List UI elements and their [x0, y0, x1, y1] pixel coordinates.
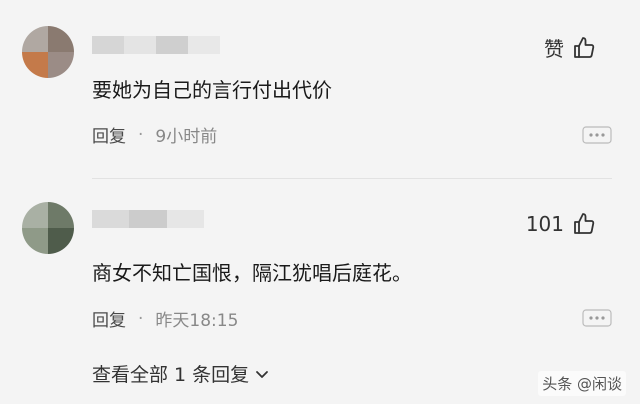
- more-horizontal-icon[interactable]: [582, 126, 612, 148]
- like-label: 赞: [544, 37, 564, 61]
- view-all-replies-button[interactable]: 查看全部 1 条回复: [92, 360, 269, 387]
- username-redacted[interactable]: [92, 210, 204, 228]
- like-count: 101: [525, 212, 564, 236]
- separator-dot: ·: [138, 124, 144, 145]
- view-replies-label: 查看全部 1 条回复: [92, 364, 250, 386]
- avatar[interactable]: [22, 202, 74, 254]
- comment-meta: 回复 · 9小时前: [92, 122, 218, 148]
- chevron-down-icon: [255, 363, 269, 385]
- more-horizontal-icon[interactable]: [582, 309, 612, 331]
- comment-meta: 回复 · 昨天18:15: [92, 306, 239, 332]
- avatar[interactable]: [22, 26, 74, 78]
- watermark-text: 头条 @闲谈: [542, 375, 622, 393]
- timestamp: 昨天18:15: [155, 311, 239, 331]
- separator-dot: ·: [138, 308, 144, 329]
- thumbs-up-icon: [572, 212, 596, 236]
- timestamp: 9小时前: [155, 127, 218, 147]
- reply-button[interactable]: 回复: [92, 122, 126, 147]
- reply-button[interactable]: 回复: [92, 306, 126, 331]
- thumbs-up-icon: [572, 36, 596, 60]
- like-button[interactable]: 赞: [544, 33, 596, 62]
- comment-text: 要她为自己的言行付出代价: [92, 78, 332, 102]
- divider: [92, 178, 612, 179]
- watermark: 头条 @闲谈: [538, 371, 626, 396]
- comment-text: 商女不知亡国恨，隔江犹唱后庭花。: [92, 261, 412, 285]
- like-button[interactable]: 101: [526, 212, 596, 236]
- username-redacted[interactable]: [92, 36, 220, 54]
